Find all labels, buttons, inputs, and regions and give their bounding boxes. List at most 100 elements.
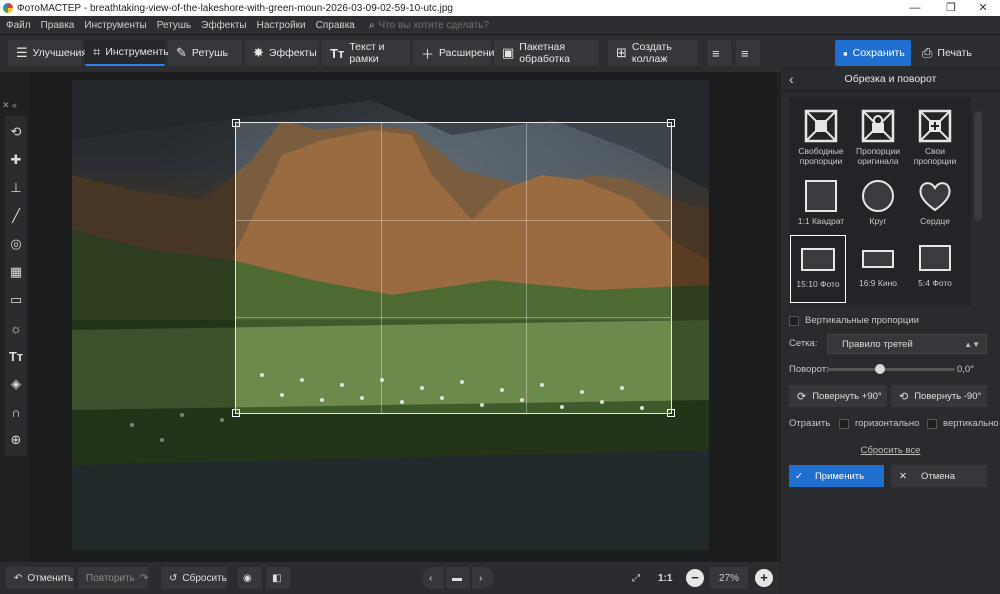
- preset-label: Круг: [869, 216, 887, 226]
- menu-edit[interactable]: Правка: [41, 20, 75, 31]
- menu-retouch[interactable]: Ретушь: [157, 20, 191, 31]
- create-collage-button[interactable]: ⊞ Создать коллаж: [608, 40, 698, 66]
- radial-filter-icon[interactable]: ◎: [5, 230, 27, 258]
- preset-original[interactable]: Пропорции оригинала: [850, 103, 906, 171]
- menu-effects[interactable]: Эффекты: [201, 20, 246, 31]
- thirds-gridline: [236, 220, 671, 221]
- globe-icon[interactable]: ⊕: [5, 426, 27, 454]
- tab-label: Инструменты: [105, 46, 171, 58]
- preview-toggle-button[interactable]: ◉: [238, 567, 262, 589]
- presets-scrollbar[interactable]: [974, 111, 982, 221]
- reset-all-link[interactable]: Сбросить все: [781, 445, 1000, 456]
- actual-size-button[interactable]: 1:1: [654, 567, 678, 589]
- menu-help[interactable]: Справка: [316, 20, 355, 31]
- redo-icon: ↷: [139, 572, 149, 584]
- tab-label: Эффекты: [268, 47, 317, 59]
- zoom-in-button[interactable]: +: [755, 569, 773, 587]
- close-icon[interactable]: ✕: [968, 0, 998, 16]
- next-image-button[interactable]: ›: [472, 567, 494, 589]
- preset-label: Свои пропорции: [913, 146, 957, 166]
- rotate-plus-90-button[interactable]: ⟳ Повернуть +90°: [789, 385, 887, 407]
- compare-button[interactable]: ◧: [266, 567, 290, 589]
- crop-handle-bottom-right[interactable]: [667, 409, 675, 417]
- preset-free[interactable]: Свободные пропорции: [793, 103, 849, 171]
- menu-file[interactable]: Файл: [6, 20, 31, 31]
- menu-tools[interactable]: Инструменты: [84, 20, 146, 31]
- app-logo-icon: [3, 3, 13, 13]
- rotation-slider-knob[interactable]: [875, 364, 885, 374]
- rect-5-4-icon: [919, 245, 951, 271]
- tab-label: Ретушь: [191, 47, 229, 59]
- tab-label: Улучшения: [32, 47, 88, 59]
- tab-extensions[interactable]: ＋ Расширения: [413, 40, 500, 66]
- queue-add-button[interactable]: ≡: [707, 40, 731, 66]
- back-arrow-icon[interactable]: ‹: [789, 71, 794, 87]
- preset-15-10[interactable]: 15:10 Фото: [790, 235, 846, 303]
- minimize-icon[interactable]: —: [900, 0, 930, 16]
- tab-retouch[interactable]: ✎ Ретушь: [168, 40, 242, 66]
- grid-select[interactable]: Правило третей ▲▼: [827, 334, 987, 354]
- crop-frame[interactable]: [232, 119, 675, 417]
- text-tool-icon[interactable]: Tт: [5, 342, 27, 370]
- reset-label: Сбросить: [182, 572, 227, 584]
- tab-enhancements[interactable]: ☰ Улучшения: [8, 40, 87, 66]
- preset-heart[interactable]: Сердце: [907, 173, 963, 241]
- queue-info-button[interactable]: ≡: [736, 40, 760, 66]
- redo-label: Повторить: [86, 572, 135, 584]
- menu-settings[interactable]: Настройки: [257, 20, 306, 31]
- preset-5-4[interactable]: 5:4 Фото: [907, 235, 963, 303]
- collapse-toolbar-icon[interactable]: ✕ «: [2, 100, 17, 111]
- fit-to-screen-button[interactable]: ⤢: [627, 567, 649, 589]
- healing-patch-icon[interactable]: ✚: [5, 146, 27, 174]
- flip-horizontal-row: горизонтально: [839, 418, 919, 429]
- preset-circle[interactable]: Круг: [850, 173, 906, 241]
- rotate-minus-90-button[interactable]: ⟲ Повернуть -90°: [891, 385, 987, 407]
- printer-icon: ⎙: [922, 45, 933, 60]
- preset-custom[interactable]: Свои пропорции: [907, 103, 963, 171]
- crop-mask-bottom: [72, 414, 709, 550]
- stamp-icon[interactable]: ⊥: [5, 174, 27, 202]
- search-icon: ⌕: [368, 19, 375, 31]
- preset-label: Сердце: [920, 216, 950, 226]
- crop-handle-bottom-left[interactable]: [232, 409, 240, 417]
- prev-image-button[interactable]: ‹: [422, 567, 444, 589]
- brush-tool-icon[interactable]: ╱: [5, 202, 27, 230]
- tab-label: Текст и рамки: [349, 41, 385, 65]
- redo-button[interactable]: Повторить ↷: [78, 567, 148, 589]
- fill-bucket-icon[interactable]: ◈: [5, 370, 27, 398]
- preset-16-9[interactable]: 16:9 Кино: [850, 235, 906, 303]
- save-button[interactable]: ▪ Сохранить: [835, 40, 911, 66]
- maximize-icon[interactable]: ❐: [936, 0, 966, 16]
- cancel-button[interactable]: ✕ Отмена: [891, 465, 987, 487]
- batch-processing-button[interactable]: ▣ Пакетная обработка: [494, 40, 598, 66]
- flip-horizontal-checkbox[interactable]: [839, 418, 849, 429]
- undo-button[interactable]: ↶ Отменить: [6, 567, 74, 589]
- apply-button[interactable]: ✓ Применить: [789, 465, 884, 487]
- tab-effects[interactable]: ✸ Эффекты: [245, 40, 319, 66]
- minus-icon: −: [691, 570, 699, 585]
- vignette-icon[interactable]: ▭: [5, 286, 27, 314]
- magnet-icon[interactable]: ∩: [5, 398, 27, 426]
- zoom-out-button[interactable]: −: [686, 569, 704, 587]
- grid-label: Сетка:: [789, 338, 818, 349]
- preset-square[interactable]: 1:1 Квадрат: [793, 173, 849, 241]
- crop-handle-top-left[interactable]: [232, 119, 240, 127]
- crop-handle-top-right[interactable]: [667, 119, 675, 127]
- light-icon[interactable]: ☼: [5, 314, 27, 342]
- preset-label: 16:9 Кино: [858, 278, 898, 288]
- print-button[interactable]: ⎙ Печать: [914, 40, 990, 66]
- flip-vertical-checkbox[interactable]: [927, 418, 937, 429]
- image-stack-icon: ▣: [502, 45, 515, 60]
- collage-icon: ⊞: [616, 45, 627, 60]
- grid-select-value: Правило третей: [842, 338, 913, 350]
- rotation-slider[interactable]: [827, 364, 955, 374]
- tab-text-frames[interactable]: Tт Текст и рамки: [322, 40, 410, 66]
- gradient-filter-icon[interactable]: ▦: [5, 258, 27, 286]
- crop-tool-icon[interactable]: ⟲: [5, 118, 27, 146]
- vertical-proportions-checkbox[interactable]: [789, 315, 799, 326]
- lock-crop-icon: [861, 109, 895, 143]
- tab-tools[interactable]: ⌗ Инструменты: [85, 40, 171, 66]
- search-input[interactable]: [378, 19, 499, 31]
- open-folder-button[interactable]: ▬: [446, 567, 470, 589]
- reset-button[interactable]: ↺ Сбросить: [161, 567, 227, 589]
